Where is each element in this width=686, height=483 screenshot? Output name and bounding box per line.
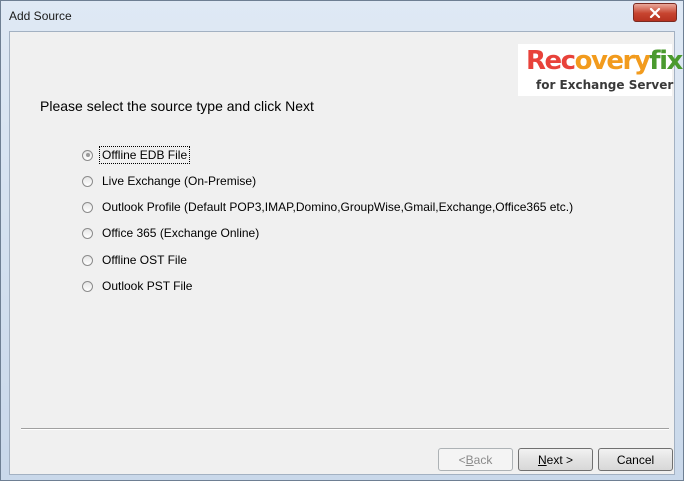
- instruction-text: Please select the source type and click …: [40, 98, 314, 114]
- option-offline-edb[interactable]: Offline EDB File: [82, 146, 191, 164]
- window-title: Add Source: [9, 9, 72, 23]
- option-outlook-pst[interactable]: Outlook PST File: [82, 277, 194, 295]
- back-pre: <: [458, 452, 466, 467]
- cancel-button[interactable]: Cancel: [598, 448, 673, 471]
- next-accel: N: [537, 452, 547, 467]
- dialog-content: Recoveryfix for Exchange Server Please s…: [9, 31, 683, 475]
- title-bar: Add Source: [1, 1, 683, 31]
- logo-word-part: fix: [649, 46, 683, 76]
- back-button[interactable]: < Back: [438, 448, 513, 471]
- option-label: Outlook Profile (Default POP3,IMAP,Domin…: [102, 200, 574, 214]
- option-label: Office 365 (Exchange Online): [102, 226, 260, 240]
- option-office-365[interactable]: Office 365 (Exchange Online): [82, 224, 261, 242]
- option-offline-ost[interactable]: Offline OST File: [82, 251, 189, 269]
- logo-word-part: Rec: [526, 46, 576, 76]
- close-button[interactable]: [633, 3, 677, 22]
- radio-button[interactable]: [82, 201, 93, 213]
- recoveryfix-logo: Recoveryfix for Exchange Server: [518, 44, 683, 96]
- radio-button[interactable]: [82, 175, 93, 187]
- option-live-exchange[interactable]: Live Exchange (On-Premise): [82, 172, 258, 190]
- radio-button[interactable]: [82, 280, 93, 292]
- next-button[interactable]: Next >: [518, 448, 593, 471]
- option-label: Live Exchange (On-Premise): [102, 174, 257, 188]
- separator-line: [21, 428, 669, 430]
- option-label: Offline OST File: [102, 253, 187, 267]
- logo-word-part: overy: [574, 46, 651, 76]
- radio-button[interactable]: [82, 227, 93, 239]
- logo-subtitle: for Exchange Server: [536, 78, 674, 92]
- back-post: ack: [473, 452, 493, 467]
- option-label: Outlook PST File: [102, 279, 193, 293]
- add-source-dialog: Add Source Recoveryfix for Exchange Serv…: [0, 0, 684, 481]
- logo-wordmark: Recoveryfix: [526, 46, 683, 76]
- radio-button[interactable]: [82, 254, 93, 266]
- option-outlook-profile[interactable]: Outlook Profile (Default POP3,IMAP,Domin…: [82, 198, 575, 216]
- option-label: Offline EDB File: [98, 146, 191, 164]
- close-x-icon: [649, 7, 661, 18]
- next-post: ext >: [546, 452, 574, 467]
- radio-button[interactable]: [82, 149, 93, 161]
- back-accel: B: [465, 452, 474, 467]
